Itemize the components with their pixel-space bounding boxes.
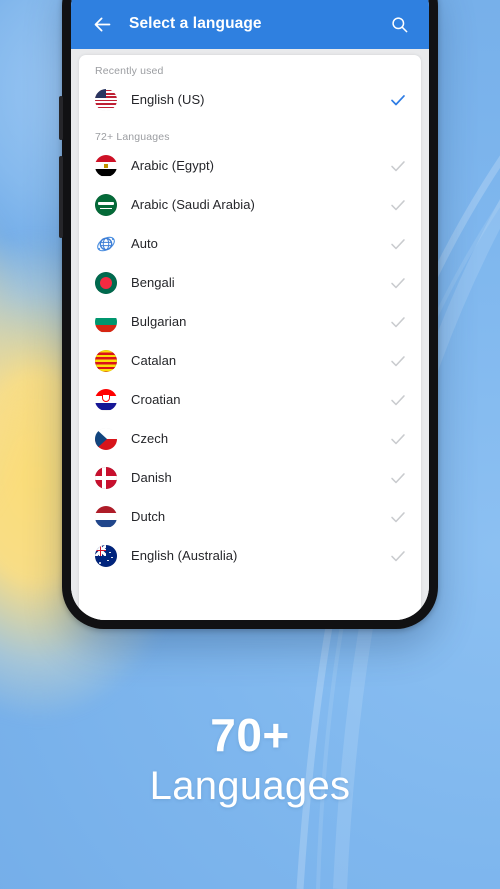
flag-hr [95, 388, 117, 411]
list-item[interactable]: Bengali [79, 263, 421, 302]
list-item-label: Dutch [131, 509, 166, 524]
promo-screen: Select a language Recently used English … [0, 0, 500, 889]
flag-bg [95, 310, 117, 333]
list-item-label: Arabic (Saudi Arabia) [131, 197, 255, 212]
list-item[interactable]: Arabic (Egypt) [79, 146, 421, 185]
list-item-label: English (Australia) [131, 548, 238, 563]
list-item-label: Bulgarian [131, 314, 187, 329]
check-icon-selected [391, 94, 405, 105]
list-item-label: English (US) [131, 92, 205, 107]
list-item[interactable]: Croatian [79, 380, 421, 419]
check-icon [391, 511, 405, 522]
check-icon [391, 199, 405, 210]
flag-cat [95, 349, 117, 372]
list-item-label: Catalan [131, 353, 177, 368]
language-card: Recently used English (US) 72+ Languages… [79, 55, 421, 620]
phone-mockup: Select a language Recently used English … [59, 0, 438, 629]
list-item[interactable]: Danish [79, 458, 421, 497]
list-item[interactable]: English (Australia) [79, 536, 421, 575]
list-item[interactable]: Auto [79, 224, 421, 263]
section-header-recently-used: Recently used [95, 65, 164, 77]
flag-sa [95, 193, 117, 216]
flag-dk [95, 466, 117, 489]
arrow-left-icon [94, 17, 110, 31]
check-icon [391, 472, 405, 483]
check-icon [391, 394, 405, 405]
flag-cz [95, 427, 117, 450]
section-header-all-languages: 72+ Languages [95, 131, 170, 143]
flag-eg [95, 154, 117, 177]
phone-volume-button-down[interactable] [59, 156, 63, 238]
check-icon [391, 355, 405, 366]
list-item[interactable]: Bulgarian [79, 302, 421, 341]
flag-nl [95, 505, 117, 528]
check-icon [391, 160, 405, 171]
flag-bd [95, 271, 117, 294]
back-button[interactable] [85, 7, 119, 41]
list-item-label: Bengali [131, 275, 175, 290]
list-item[interactable]: Dutch [79, 497, 421, 536]
list-item-label: Czech [131, 431, 169, 446]
check-icon [391, 238, 405, 249]
check-icon [391, 550, 405, 561]
search-icon [391, 16, 407, 32]
check-icon [391, 433, 405, 444]
promo-text: 70+ Languages [0, 712, 500, 809]
flag-us [95, 88, 117, 111]
list-item-label: Croatian [131, 392, 181, 407]
promo-subline: Languages [149, 764, 351, 808]
list-item[interactable]: Catalan [79, 341, 421, 380]
list-item-label: Danish [131, 470, 172, 485]
phone-screen: Select a language Recently used English … [71, 0, 429, 620]
check-icon [391, 316, 405, 327]
search-button[interactable] [383, 8, 415, 40]
globe-icon-auto [95, 232, 117, 255]
list-item[interactable]: Czech [79, 419, 421, 458]
promo-headline: 70+ [210, 709, 290, 761]
list-item-label: Arabic (Egypt) [131, 158, 215, 173]
list-item-label: Auto [131, 236, 158, 251]
list-item[interactable]: Arabic (Saudi Arabia) [79, 185, 421, 224]
list-body: Recently used English (US) 72+ Languages… [71, 49, 429, 620]
list-item[interactable]: English (US) [79, 80, 421, 119]
flag-au [95, 544, 117, 567]
app-bar: Select a language [71, 0, 429, 49]
phone-volume-button-up[interactable] [59, 96, 63, 140]
check-icon [391, 277, 405, 288]
app-bar-title: Select a language [129, 15, 262, 32]
